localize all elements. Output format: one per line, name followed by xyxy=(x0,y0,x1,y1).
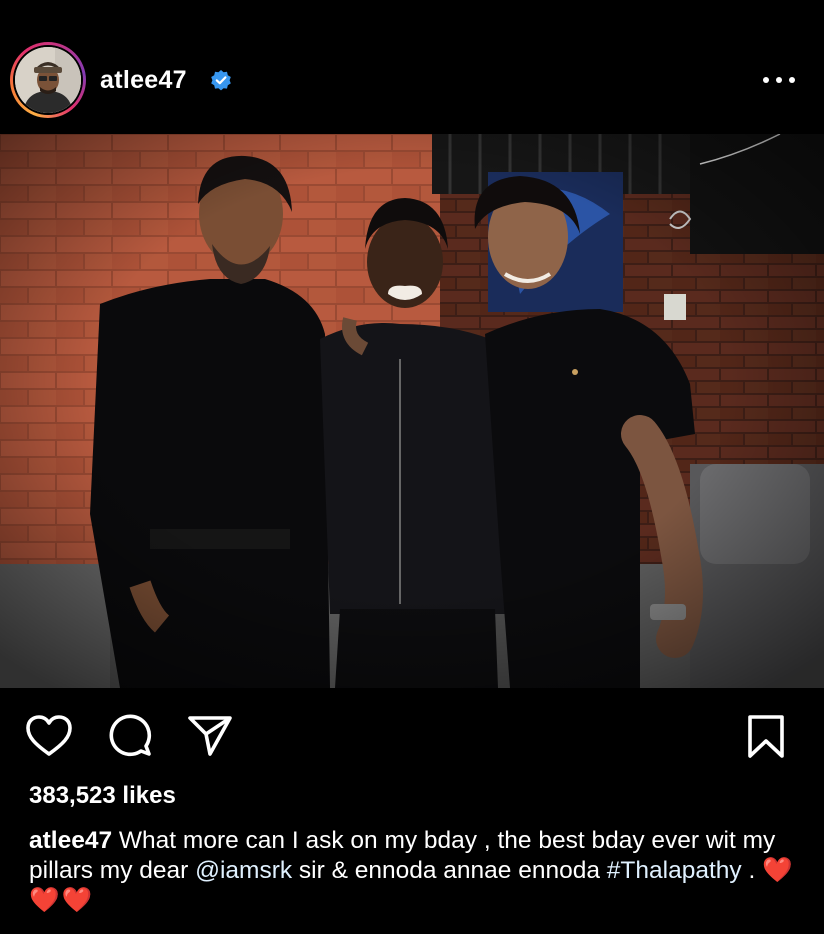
caption-text-3: . xyxy=(741,857,763,884)
more-horizontal-icon[interactable] xyxy=(760,70,800,90)
verified-badge-icon xyxy=(211,70,231,91)
post-header: atlee47 xyxy=(0,30,824,130)
story-ring-avatar[interactable] xyxy=(10,42,86,118)
caption-hashtag[interactable]: #Thalapathy xyxy=(607,857,742,884)
comment-bubble-icon[interactable] xyxy=(105,713,153,759)
likes-count[interactable]: 383,523 likes xyxy=(29,782,176,810)
post-photo[interactable] xyxy=(0,134,824,688)
avatar[interactable] xyxy=(15,47,81,113)
heart-outline-icon[interactable] xyxy=(25,714,73,758)
post-actions xyxy=(0,700,824,770)
paper-plane-icon[interactable] xyxy=(186,714,234,758)
post-caption: atlee47 What more can I ask on my bday ,… xyxy=(29,826,809,916)
caption-username[interactable]: atlee47 xyxy=(29,827,112,854)
post-username[interactable]: atlee47 xyxy=(100,66,187,95)
caption-text-2: sir & ennoda annae ennoda xyxy=(292,857,607,884)
caption-mention[interactable]: @iamsrk xyxy=(195,857,292,884)
bookmark-icon[interactable] xyxy=(745,714,787,760)
